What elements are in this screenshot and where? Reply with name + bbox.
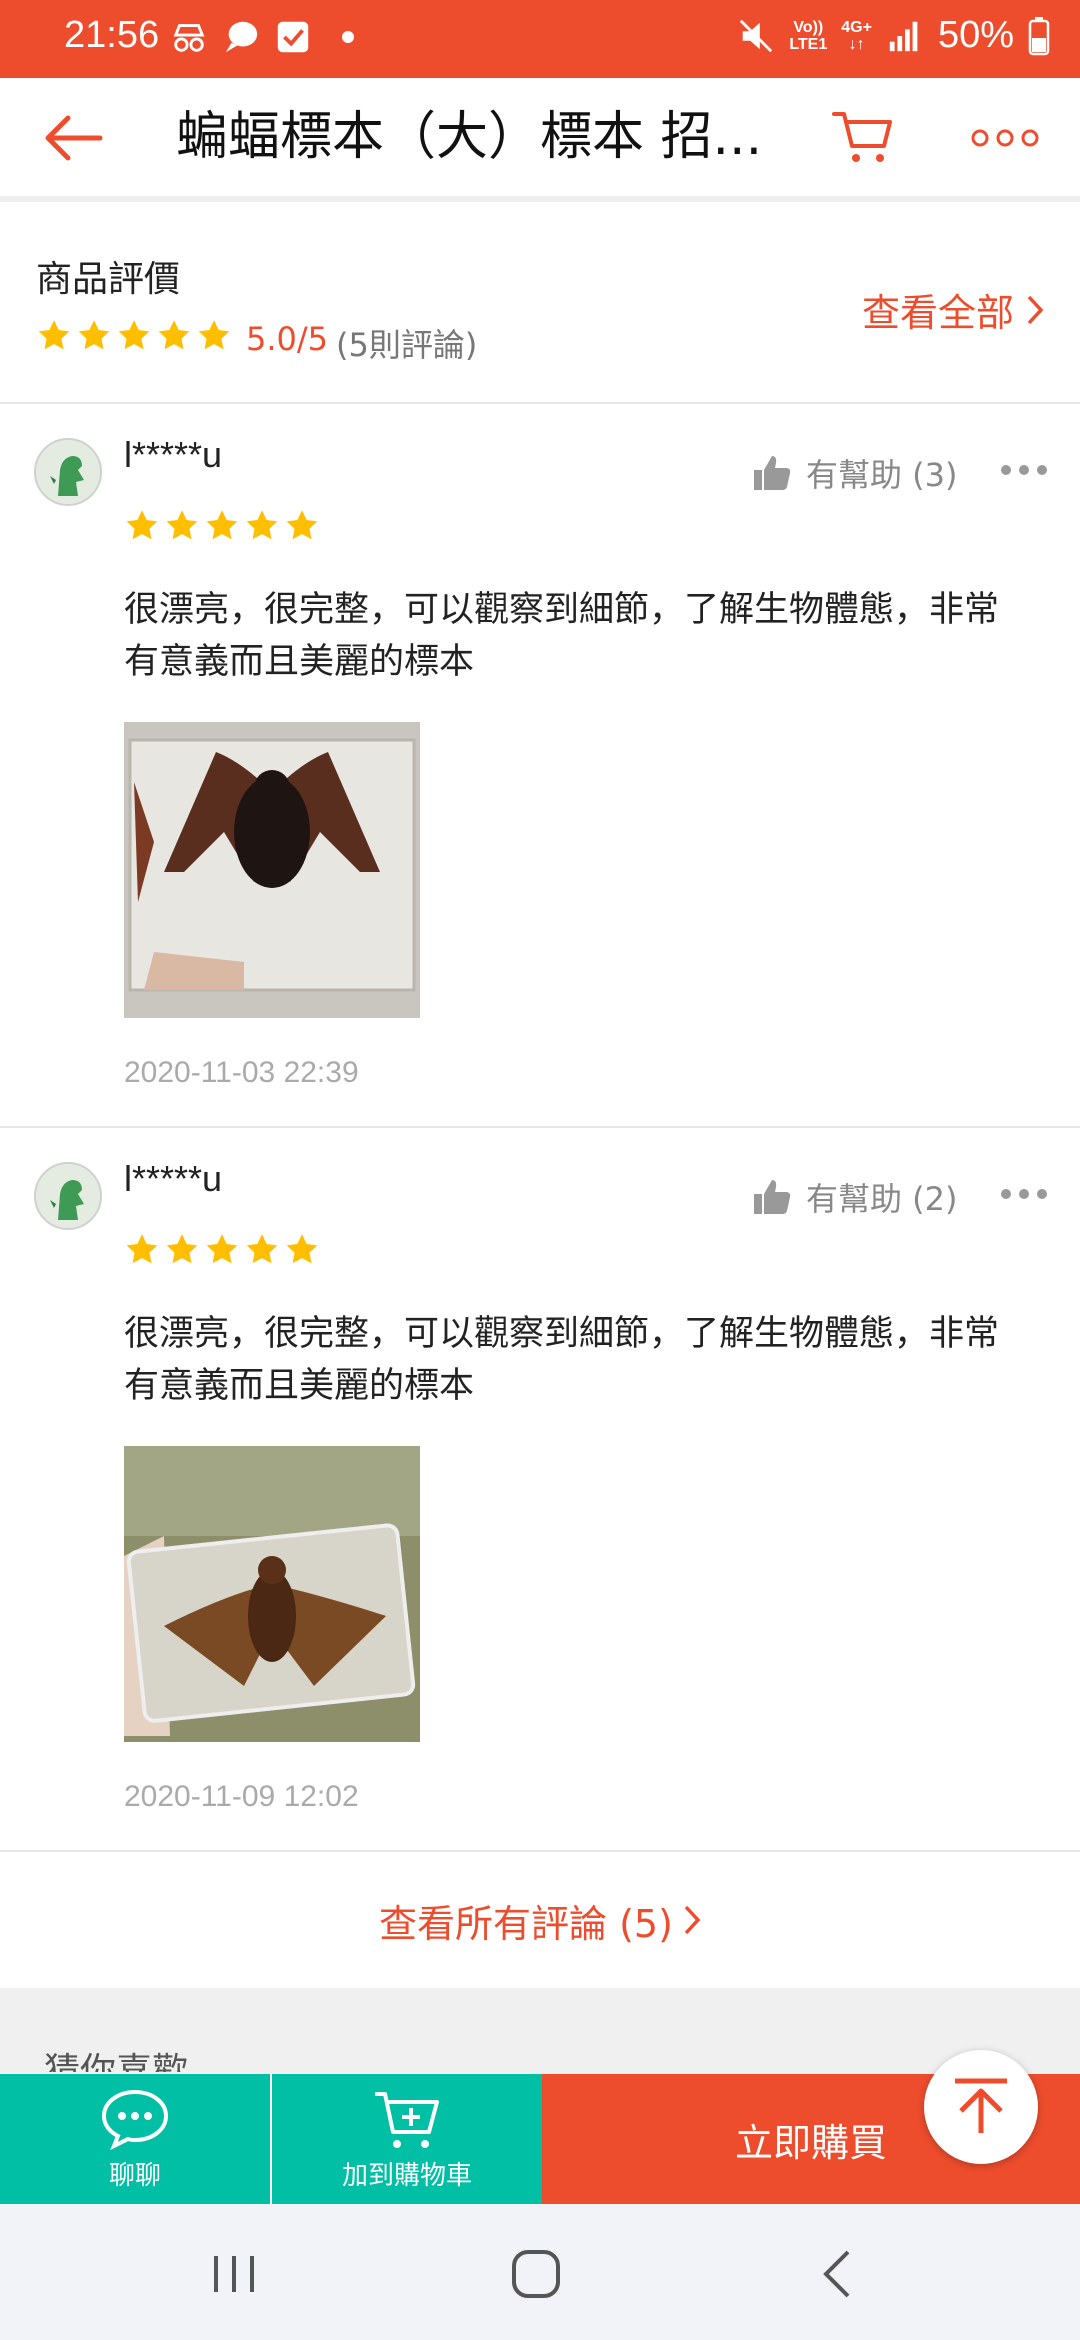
status-system: Vo)) LTE1 4G+ ↓↑ 50% (737, 14, 1050, 57)
star-icon (246, 1234, 278, 1264)
star-icon (166, 1234, 198, 1264)
see-all-reviews-label: 查看所有評論 (5) (379, 1901, 673, 1946)
review-summary: 商品評價 5.0/5 (5則評論) 查看全部 (0, 208, 1080, 404)
star-icon (126, 510, 158, 540)
star-icon (206, 510, 238, 540)
cart-icon[interactable] (830, 106, 894, 168)
avatar[interactable] (34, 1162, 102, 1230)
arrow-up-icon (955, 2078, 1007, 2133)
review-stars (124, 1232, 320, 1268)
bat-specimen-image (124, 1446, 420, 1742)
page-title: 蝙蝠標本（大）標本 招... (176, 107, 763, 167)
chat-bubble-icon (225, 21, 258, 53)
review-stars (124, 508, 320, 544)
review-date: 2020-11-03 22:39 (124, 1056, 359, 1089)
helpful-button[interactable]: 有幫助 (3) (752, 450, 958, 496)
checkbox-icon (277, 21, 309, 53)
volte-indicator: Vo)) LTE1 (789, 19, 827, 53)
buy-now-label: 立即購買 (734, 2120, 887, 2165)
back-arrow-icon[interactable] (40, 108, 106, 168)
review-photo[interactable] (124, 1446, 420, 1742)
system-nav-bar (0, 2204, 1080, 2340)
rating-value: 5.0/5 (246, 320, 329, 358)
chat-button[interactable]: 聊聊 (0, 2074, 270, 2204)
recent-apps-icon[interactable] (204, 2244, 264, 2304)
battery-icon (1028, 16, 1050, 55)
review-item: l*****u 有幫助 (2) 很漂亮，很完整，可以觀察到細節，了解生物體態，非… (0, 1128, 1080, 1852)
star-icon (206, 1234, 238, 1264)
add-to-cart-button[interactable]: 加到購物車 (272, 2074, 542, 2204)
section-title: 商品評價 (36, 259, 181, 300)
thumbs-up-icon (754, 1180, 791, 1214)
status-time: 21:56 (64, 14, 160, 56)
status-bar: 21:56 Vo)) LTE1 4G+ ↓↑ 50% (0, 0, 1080, 78)
star-icon (78, 320, 110, 350)
data-arrows: ↓↑ (848, 35, 865, 53)
helpful-button[interactable]: 有幫助 (2) (752, 1174, 958, 1220)
chevron-right-icon (1027, 295, 1044, 324)
review-text: 很漂亮，很完整，可以觀察到細節，了解生物體態，非常有意義而且美麗的標本 (124, 590, 1000, 682)
see-all-reviews-link[interactable]: 查看所有評論 (5) (0, 1852, 1080, 1988)
star-icon (286, 510, 318, 540)
star-icon (126, 1234, 158, 1264)
star-icon (246, 510, 278, 540)
add-to-cart-icon (375, 2092, 439, 2148)
status-notifications (170, 18, 354, 56)
avatar-image (36, 440, 100, 504)
reviewer-name: l*****u (124, 434, 223, 475)
back-icon[interactable] (808, 2244, 868, 2304)
thumbs-up-icon (754, 456, 791, 490)
bottom-action-bar: 聊聊 加到購物車 立即購買 (0, 2074, 1080, 2204)
chat-label: 聊聊 (108, 2161, 161, 2191)
chat-icon (101, 2089, 169, 2150)
review-text: 很漂亮，很完整，可以觀察到細節，了解生物體態，非常有意義而且美麗的標本 (124, 1314, 1000, 1406)
incognito-icon (173, 24, 205, 52)
star-icon (38, 320, 70, 350)
reviewer-name: l*****u (124, 1158, 223, 1199)
review-date: 2020-11-09 12:02 (124, 1780, 359, 1813)
back-to-top-button[interactable] (924, 2050, 1038, 2164)
home-icon[interactable] (506, 2244, 566, 2304)
review-photo[interactable] (124, 722, 420, 1018)
star-icon (118, 320, 150, 350)
star-icon (286, 1234, 318, 1264)
volte-bottom: LTE1 (789, 35, 828, 53)
recommendations-title: 猜你喜歡 (44, 2052, 188, 2072)
more-options-icon[interactable] (1000, 462, 1048, 478)
bat-specimen-image (124, 722, 420, 1018)
avatar-image (36, 1164, 100, 1228)
view-all-link[interactable]: 查看全部 (862, 282, 1044, 337)
summary-stars (36, 318, 232, 354)
signal-icon (889, 21, 918, 51)
more-options-icon[interactable] (1000, 1186, 1048, 1202)
chevron-right-icon (684, 1905, 701, 1935)
helpful-label: 有幫助 (3) (806, 456, 958, 494)
review-count: (5則評論) (336, 326, 478, 364)
add-to-cart-label: 加到購物車 (341, 2161, 472, 2191)
volte-top: Vo)) (793, 18, 824, 36)
view-all-label: 查看全部 (861, 291, 1014, 335)
avatar[interactable] (34, 438, 102, 506)
dot-icon (342, 31, 354, 43)
mute-icon (740, 19, 773, 52)
helpful-label: 有幫助 (2) (806, 1180, 958, 1218)
more-icon[interactable] (970, 120, 1040, 156)
app-header: 蝙蝠標本（大）標本 招... (0, 78, 1080, 202)
star-icon (158, 320, 190, 350)
battery-percent: 50% (937, 14, 1014, 56)
star-icon (166, 510, 198, 540)
network-indicator: 4G+ ↓↑ (841, 19, 872, 53)
star-icon (198, 320, 230, 350)
review-item: l*****u 有幫助 (3) 很漂亮，很完整，可以觀察到細節，了解生物體態，非… (0, 404, 1080, 1128)
network-type: 4G+ (841, 18, 872, 36)
